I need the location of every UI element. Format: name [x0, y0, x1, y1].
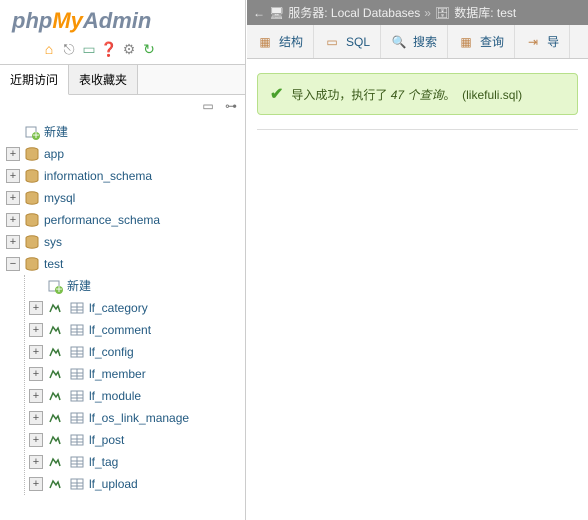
toggle-icon[interactable]: + — [29, 411, 43, 425]
chart-icon — [47, 454, 63, 470]
home-icon[interactable]: ⌂ — [40, 40, 58, 58]
table-icon — [69, 388, 85, 404]
logout-icon[interactable]: ⎋ — [60, 40, 78, 58]
tab-search[interactable]: 🔍搜索 — [381, 25, 448, 58]
toggle-icon[interactable]: + — [29, 323, 43, 337]
tree-table-lf_module[interactable]: +lf_module — [29, 385, 245, 407]
chart-icon — [47, 322, 63, 338]
toggle-icon[interactable]: + — [6, 213, 20, 227]
database-icon — [24, 256, 40, 272]
phpmyadmin-logo: phpMyAdmin — [0, 0, 245, 38]
refresh-icon[interactable]: ↻ — [140, 40, 158, 58]
tree-db-information_schema[interactable]: +information_schema — [6, 165, 245, 187]
tree-table-lf_upload[interactable]: +lf_upload — [29, 473, 245, 495]
server-icon: 🖥 — [269, 6, 284, 20]
top-toolbar: ▦结构▭SQL🔍搜索▦查询⇥导 — [247, 25, 588, 59]
toggle-icon[interactable]: − — [6, 257, 20, 271]
tree-table-lf_comment[interactable]: +lf_comment — [29, 319, 245, 341]
table-icon — [69, 454, 85, 470]
toggle-icon[interactable]: + — [29, 367, 43, 381]
sql-icon[interactable]: ▭ — [80, 40, 98, 58]
query-icon: ▦ — [458, 34, 474, 50]
tree-new-database[interactable]: +新建 — [6, 121, 245, 143]
tab-structure[interactable]: ▦结构 — [247, 25, 314, 58]
toggle-icon[interactable]: + — [29, 477, 43, 491]
tree-db-performance_schema[interactable]: +performance_schema — [6, 209, 245, 231]
toggle-icon[interactable]: + — [29, 455, 43, 469]
toggle-icon[interactable]: + — [6, 191, 20, 205]
toggle-icon[interactable]: + — [6, 169, 20, 183]
chart-icon — [47, 300, 63, 316]
chart-icon — [47, 366, 63, 382]
svg-text:+: + — [55, 282, 62, 294]
toggle-icon[interactable]: + — [29, 433, 43, 447]
tree-table-lf_member[interactable]: +lf_member — [29, 363, 245, 385]
tab-export[interactable]: ⇥导 — [515, 25, 570, 58]
structure-icon: ▦ — [257, 34, 273, 50]
crumb-server[interactable]: 服务器: Local Databases — [288, 4, 420, 21]
docs-icon[interactable]: ❓ — [100, 40, 118, 58]
success-message: ✔ 导入成功，执行了 47 个查询。 (likefuli.sql) — [257, 73, 578, 115]
toggle-icon[interactable]: + — [29, 345, 43, 359]
tree-table-lf_post[interactable]: +lf_post — [29, 429, 245, 451]
table-icon — [69, 366, 85, 382]
new-icon: + — [24, 124, 40, 140]
table-icon — [69, 344, 85, 360]
sidebar-tabs: 近期访问表收藏夹 — [0, 64, 245, 95]
tree-table-lf_config[interactable]: +lf_config — [29, 341, 245, 363]
chart-icon — [47, 476, 63, 492]
tab-sql[interactable]: ▭SQL — [314, 25, 381, 58]
table-icon — [69, 476, 85, 492]
chart-icon — [47, 410, 63, 426]
tree-table-lf_tag[interactable]: +lf_tag — [29, 451, 245, 473]
quick-links: ⌂⎋▭❓⚙↻ — [0, 38, 245, 64]
check-icon: ✔ — [270, 84, 283, 104]
search-icon: 🔍 — [391, 34, 407, 50]
svg-text:+: + — [32, 128, 39, 140]
table-icon — [69, 322, 85, 338]
new-icon: + — [47, 278, 63, 294]
settings-icon[interactable]: ⚙ — [120, 40, 138, 58]
tree-table-lf_os_link_manage[interactable]: +lf_os_link_manage — [29, 407, 245, 429]
database-icon — [24, 234, 40, 250]
sql-icon: ▭ — [324, 34, 340, 50]
tab-query[interactable]: ▦查询 — [448, 25, 515, 58]
tab-favorites[interactable]: 表收藏夹 — [69, 65, 138, 94]
toggle-icon[interactable]: + — [29, 301, 43, 315]
crumb-database[interactable]: 数据库: test — [454, 4, 516, 21]
db-tree: +新建+app+information_schema+mysql+perform… — [0, 117, 245, 495]
tree-db-app[interactable]: +app — [6, 143, 245, 165]
table-icon — [69, 300, 85, 316]
database-icon — [24, 190, 40, 206]
tree-db-test[interactable]: −test — [6, 253, 245, 275]
chart-icon — [47, 432, 63, 448]
tree-new-table[interactable]: +新建 — [29, 275, 245, 297]
chart-icon — [47, 344, 63, 360]
toggle-icon[interactable]: + — [6, 235, 20, 249]
toggle-icon[interactable]: + — [6, 147, 20, 161]
tab-recent[interactable]: 近期访问 — [0, 65, 69, 95]
tree-table-lf_category[interactable]: +lf_category — [29, 297, 245, 319]
back-icon[interactable]: ← — [253, 6, 265, 20]
chart-icon — [47, 388, 63, 404]
database-icon — [24, 146, 40, 162]
tree-db-mysql[interactable]: +mysql — [6, 187, 245, 209]
link-icon[interactable]: ⊶ — [221, 99, 237, 113]
tree-db-sys[interactable]: +sys — [6, 231, 245, 253]
collapse-all-icon[interactable]: ▭ — [198, 99, 214, 113]
database-icon: 🗄 — [435, 6, 450, 20]
toggle-icon[interactable]: + — [29, 389, 43, 403]
export-icon: ⇥ — [525, 34, 541, 50]
database-icon — [24, 168, 40, 184]
database-icon — [24, 212, 40, 228]
table-icon — [69, 432, 85, 448]
table-icon — [69, 410, 85, 426]
breadcrumb: ← 🖥 服务器: Local Databases » 🗄 数据库: test — [247, 0, 588, 25]
